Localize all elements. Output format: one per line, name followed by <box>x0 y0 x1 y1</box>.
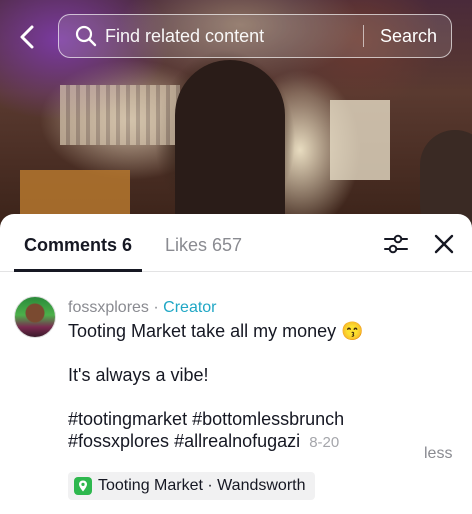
hashtag-link[interactable]: #bottomlessbrunch <box>192 409 344 429</box>
video-bg-lights <box>60 85 180 145</box>
video-bg-window <box>330 100 390 180</box>
chevron-left-icon <box>20 25 34 49</box>
location-pin-icon <box>74 477 92 495</box>
creator-badge: Creator <box>163 299 217 316</box>
tab-bar: Comments 6 Likes 657 <box>0 214 472 272</box>
back-button[interactable] <box>12 22 42 52</box>
avatar[interactable] <box>14 296 56 338</box>
comment-item: fossxplores · Creator Tooting Market tak… <box>68 298 460 454</box>
search-icon <box>75 25 97 47</box>
collapse-less-button[interactable]: less <box>424 445 452 463</box>
hashtag-link[interactable]: #fossxplores <box>68 431 169 451</box>
top-bar: Search <box>0 0 472 72</box>
location-label: Tooting Market · Wandsworth <box>98 477 306 494</box>
comment-meta: fossxplores · Creator <box>68 298 460 318</box>
video-bg-person <box>175 60 285 232</box>
sliders-icon <box>384 234 408 254</box>
emoji: 😙 <box>341 321 364 341</box>
search-input[interactable] <box>105 25 363 47</box>
meta-separator: · <box>153 299 159 316</box>
comments-sheet: Comments 6 Likes 657 fossxplores · Creat… <box>0 214 472 514</box>
location-tag[interactable]: Tooting Market · Wandsworth <box>68 472 316 500</box>
comment-text-line-1: Tooting Market take all my money <box>68 321 337 341</box>
search-bar: Search <box>58 14 452 58</box>
search-button[interactable]: Search <box>364 26 451 47</box>
tab-likes[interactable]: Likes 657 <box>165 235 242 256</box>
close-icon <box>434 234 454 254</box>
tab-comments[interactable]: Comments 6 <box>24 235 132 256</box>
active-tab-indicator <box>14 269 142 272</box>
comment-username[interactable]: fossxplores <box>68 299 149 316</box>
hashtag-link[interactable]: #allrealnofugazi <box>174 431 300 451</box>
close-button[interactable] <box>432 232 456 256</box>
comment-text-line-2: It's always a vibe! <box>68 365 209 385</box>
comment-date: 8-20 <box>309 434 340 451</box>
filter-button[interactable] <box>383 232 409 256</box>
comment-body: Tooting Market take all my money 😙 It's … <box>68 320 460 454</box>
hashtag-link[interactable]: #tootingmarket <box>68 409 187 429</box>
